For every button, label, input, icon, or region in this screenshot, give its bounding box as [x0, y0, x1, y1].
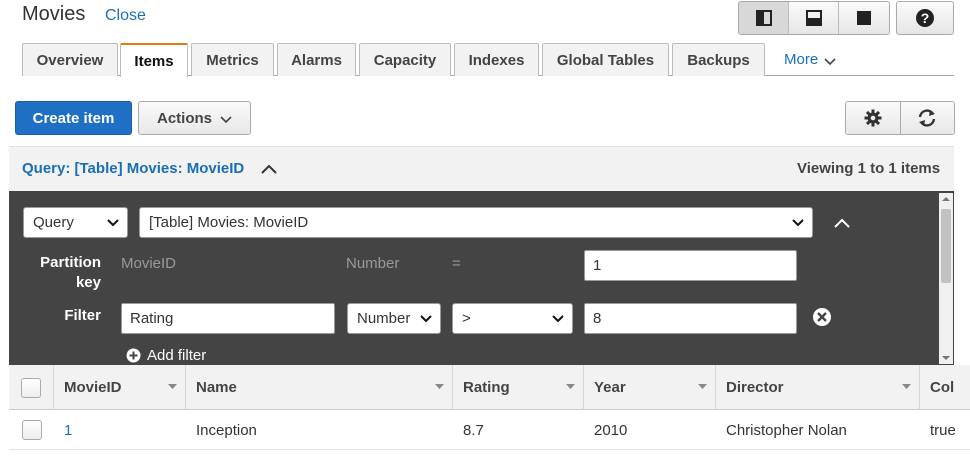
layout-toggle-group	[738, 1, 890, 35]
column-header-label: Name	[196, 379, 237, 396]
filter-label: Filter	[64, 307, 101, 324]
chevron-down-icon	[552, 314, 564, 322]
column-header-label: Rating	[463, 379, 510, 396]
select-all-checkbox[interactable]	[21, 377, 41, 398]
remove-filter-icon[interactable]	[812, 307, 832, 327]
column-header-movieid[interactable]: MovieID	[54, 365, 186, 410]
plus-circle-icon	[126, 348, 141, 363]
query-mode-value: Query	[33, 214, 74, 231]
actions-button[interactable]: Actions	[138, 101, 251, 135]
sort-caret-icon	[698, 384, 707, 389]
column-header-label: Col	[930, 379, 955, 396]
tab-bar: Overview Items Metrics Alarms Capacity I…	[22, 43, 954, 77]
actions-button-label: Actions	[156, 109, 212, 127]
help-button[interactable]: ?	[896, 1, 954, 35]
cell-rating: 8.7	[463, 421, 484, 439]
filter-attribute-input[interactable]: Rating	[121, 303, 335, 334]
tab-capacity[interactable]: Capacity	[359, 43, 451, 76]
row-select-cell	[9, 411, 54, 449]
svg-text:?: ?	[921, 10, 930, 26]
query-mode-select[interactable]: Query	[23, 207, 128, 238]
layout-full-button[interactable]	[839, 2, 889, 34]
settings-refresh-group	[845, 101, 955, 135]
column-header-year[interactable]: Year	[584, 365, 716, 410]
sort-caret-icon	[435, 384, 444, 389]
gear-icon	[864, 109, 882, 127]
tab-indexes[interactable]: Indexes	[454, 43, 539, 76]
tab-items[interactable]: Items	[120, 43, 188, 77]
cell-year: 2010	[594, 421, 628, 439]
partition-key-name: MovieID	[121, 255, 177, 272]
layout-split-horizontal-icon	[805, 10, 822, 26]
chevron-down-icon	[420, 314, 432, 322]
tab-global-tables[interactable]: Global Tables	[542, 43, 669, 76]
tab-metrics[interactable]: Metrics	[191, 43, 274, 76]
add-filter-label: Add filter	[147, 347, 207, 364]
query-source-value: [Table] Movies: MovieID	[149, 214, 309, 231]
tab-alarms[interactable]: Alarms	[277, 43, 356, 76]
query-source-select[interactable]: [Table] Movies: MovieID	[139, 207, 813, 238]
chevron-down-icon	[792, 218, 804, 226]
column-header-label: Year	[594, 379, 626, 396]
layout-full-icon	[857, 11, 871, 25]
column-header-label: MovieID	[64, 379, 122, 396]
layout-split-horizontal-button[interactable]	[789, 2, 839, 34]
filter-type-select[interactable]: Number	[347, 303, 441, 334]
row-divider	[9, 449, 970, 450]
collapse-panel-icon[interactable]	[834, 218, 850, 228]
refresh-icon	[919, 109, 936, 127]
chevron-down-icon	[824, 57, 836, 65]
settings-button[interactable]	[846, 102, 901, 134]
row-checkbox[interactable]	[21, 420, 42, 440]
filter-operator-value: >	[462, 310, 471, 327]
partition-key-type: Number	[346, 255, 400, 272]
help-icon: ?	[916, 9, 934, 27]
cell-movieid-link[interactable]: 1	[54, 411, 186, 449]
tab-backups[interactable]: Backups	[672, 43, 765, 76]
scroll-up-arrow-icon[interactable]	[942, 196, 950, 202]
add-filter-button[interactable]: Add filter	[126, 347, 206, 364]
query-header-title[interactable]: Query: [Table] Movies: MovieID	[22, 160, 244, 177]
chevron-down-icon	[107, 218, 119, 226]
column-header-director[interactable]: Director	[716, 365, 920, 410]
cell-col: true	[930, 421, 956, 439]
partition-key-label: Partition key	[40, 254, 101, 291]
page-title: Movies	[22, 3, 86, 25]
column-header-col[interactable]: Col	[920, 365, 970, 410]
cell-name: Inception	[196, 421, 257, 439]
scroll-down-arrow-icon[interactable]	[942, 355, 950, 361]
sort-caret-icon	[168, 384, 177, 389]
filter-type-value: Number	[357, 310, 411, 327]
partition-key-value-input[interactable]: 1	[584, 250, 797, 281]
scrollbar-thumb[interactable]	[941, 209, 951, 283]
create-item-button[interactable]: Create item	[15, 101, 132, 135]
filter-operator-select[interactable]: >	[452, 303, 573, 334]
column-header-rating[interactable]: Rating	[453, 365, 584, 410]
tab-overview[interactable]: Overview	[22, 43, 118, 76]
refresh-button[interactable]	[900, 102, 954, 134]
cell-director: Christopher Nolan	[726, 421, 847, 439]
viewing-count: Viewing 1 to 1 items	[797, 160, 941, 177]
close-link[interactable]: Close	[105, 7, 146, 25]
column-header-name[interactable]: Name	[186, 365, 453, 410]
partition-key-operator: =	[452, 255, 461, 272]
sort-caret-icon	[566, 384, 575, 389]
filter-value-input[interactable]: 8	[584, 303, 797, 334]
chevron-down-icon	[220, 115, 232, 123]
tab-more-label: More	[784, 51, 819, 68]
tab-more[interactable]: More	[784, 43, 836, 76]
layout-split-vertical-icon	[755, 10, 772, 26]
layout-split-vertical-button[interactable]	[739, 2, 789, 34]
column-header-label: Director	[726, 379, 784, 396]
chevron-up-icon[interactable]	[261, 164, 277, 174]
select-all-cell	[9, 365, 54, 410]
sort-caret-icon	[902, 384, 911, 389]
